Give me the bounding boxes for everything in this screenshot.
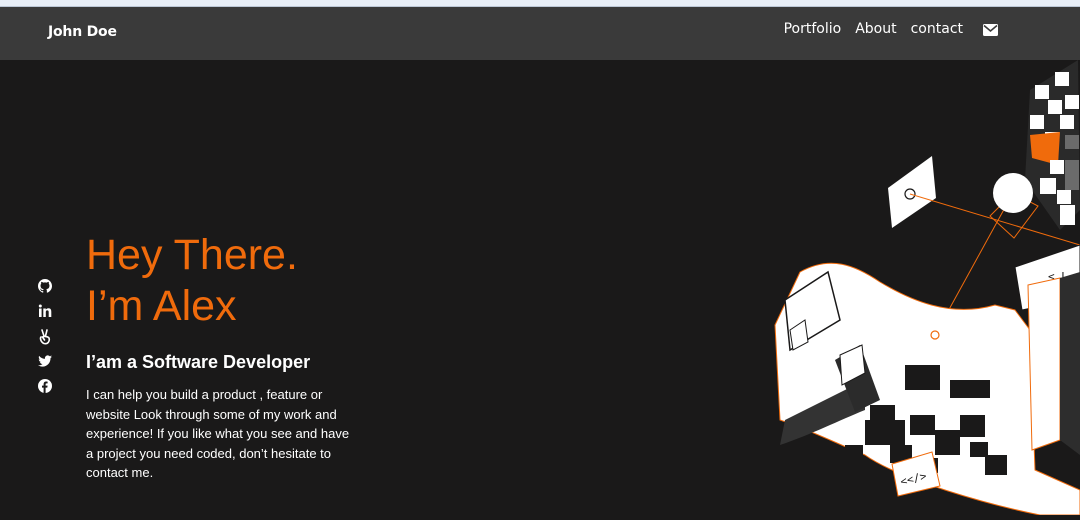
hero-illustration: <_L <</>: [760, 60, 1080, 516]
github-icon[interactable]: [38, 279, 52, 295]
hero-title: Hey There. I’m Alex: [86, 230, 386, 332]
linkedin-icon[interactable]: [38, 304, 52, 320]
hero-title-line1: Hey There.: [86, 231, 298, 279]
hero-description: I can help you build a product , feature…: [86, 387, 350, 480]
nav-links: Portfolio About contact: [784, 21, 998, 37]
social-links: [38, 279, 52, 395]
nav-link-about[interactable]: About: [855, 21, 896, 37]
hero-title-line2: I’m Alex: [86, 282, 237, 330]
checkered-flag: [1025, 60, 1080, 230]
navbar: John Doe Portfolio About contact: [0, 7, 1080, 60]
hero-section: Hey There. I’m Alex I’am a Software Deve…: [86, 230, 386, 483]
nav-link-contact[interactable]: contact: [911, 21, 963, 37]
browser-top-strip: [0, 0, 1080, 7]
envelope-icon[interactable]: [983, 23, 998, 36]
brand-logo[interactable]: John Doe: [48, 24, 117, 40]
nav-link-portfolio[interactable]: Portfolio: [784, 21, 842, 37]
hero-subtitle: I’am a Software Developer: [86, 352, 311, 372]
angellist-icon[interactable]: [38, 329, 52, 345]
facebook-icon[interactable]: [38, 379, 52, 395]
twitter-icon[interactable]: [38, 354, 52, 370]
